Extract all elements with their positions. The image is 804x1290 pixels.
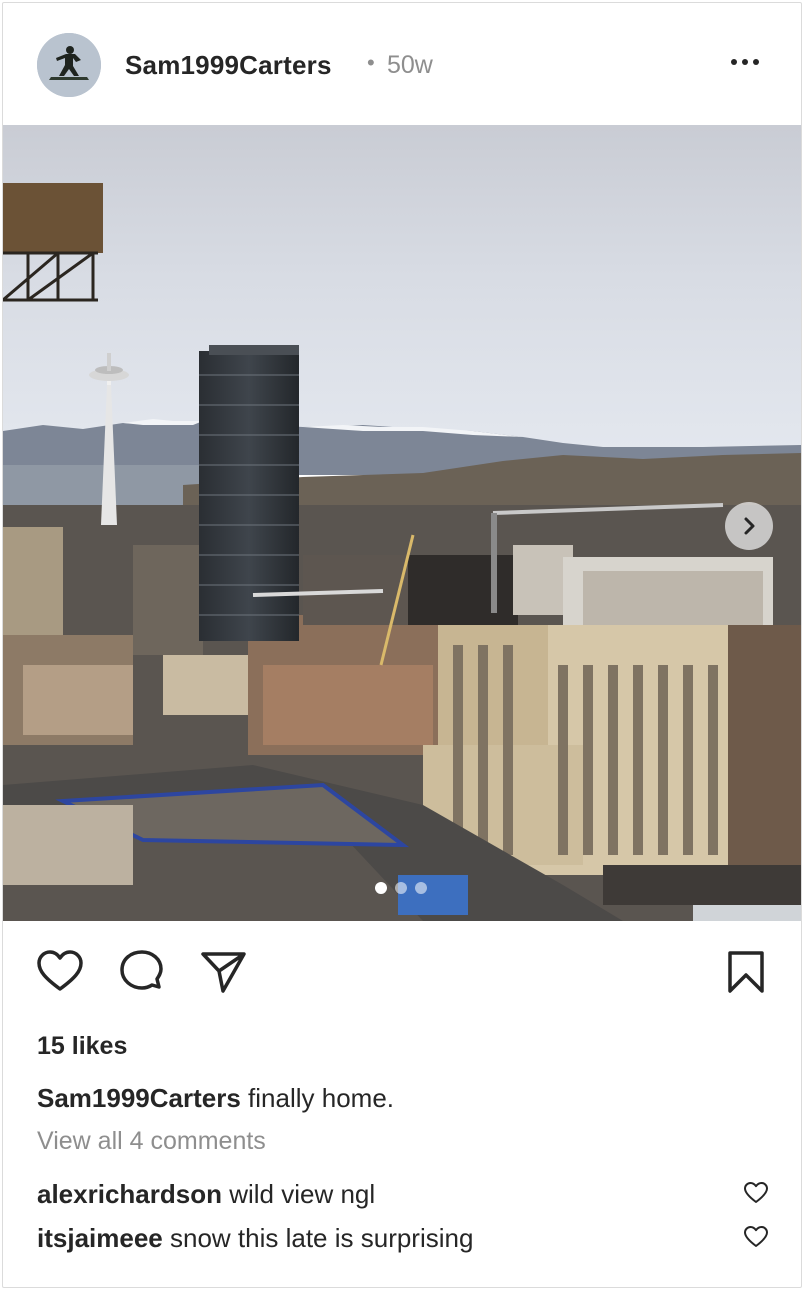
heart-icon[interactable] <box>35 947 85 997</box>
next-photo-button[interactable] <box>725 502 773 550</box>
paper-plane-icon[interactable] <box>199 947 249 997</box>
caption-text: finally home. <box>248 1083 395 1113</box>
bookmark-icon[interactable] <box>721 947 771 997</box>
comment-text: wild view ngl <box>229 1179 376 1209</box>
separator-dot: • <box>367 50 375 75</box>
caption-username[interactable]: Sam1999Carters <box>37 1083 241 1113</box>
carousel-dot <box>395 882 407 894</box>
post-card: Sam1999Carters • 50w 15 likes Sam1999Car… <box>2 2 802 1288</box>
comment-username[interactable]: alexrichardson <box>37 1179 222 1209</box>
post-actions <box>3 921 801 1021</box>
heart-icon[interactable] <box>743 1225 769 1249</box>
city-skyline-image <box>3 125 801 921</box>
post-timestamp[interactable]: 50w <box>387 51 433 80</box>
comment-item: alexrichardson wild view ngl <box>37 1179 375 1210</box>
post-caption: Sam1999Carters finally home. <box>37 1083 394 1114</box>
comment-item: itsjaimeee snow this late is surprising <box>37 1223 473 1254</box>
view-all-comments-link[interactable]: View all 4 comments <box>37 1127 266 1156</box>
post-username[interactable]: Sam1999Carters <box>125 50 332 81</box>
carousel-dot <box>415 882 427 894</box>
heart-icon[interactable] <box>743 1181 769 1205</box>
post-header: Sam1999Carters • 50w <box>3 3 801 125</box>
likes-count[interactable]: 15 likes <box>37 1032 127 1061</box>
carousel-indicator <box>375 882 427 894</box>
comment-bubble-icon[interactable] <box>117 947 167 997</box>
chevron-right-icon <box>744 517 755 535</box>
post-photo[interactable] <box>3 125 801 921</box>
comment-username[interactable]: itsjaimeee <box>37 1223 163 1253</box>
carousel-dot-active <box>375 882 387 894</box>
more-options-icon[interactable] <box>723 47 767 77</box>
avatar[interactable] <box>37 33 101 97</box>
comment-text: snow this late is surprising <box>169 1223 474 1253</box>
